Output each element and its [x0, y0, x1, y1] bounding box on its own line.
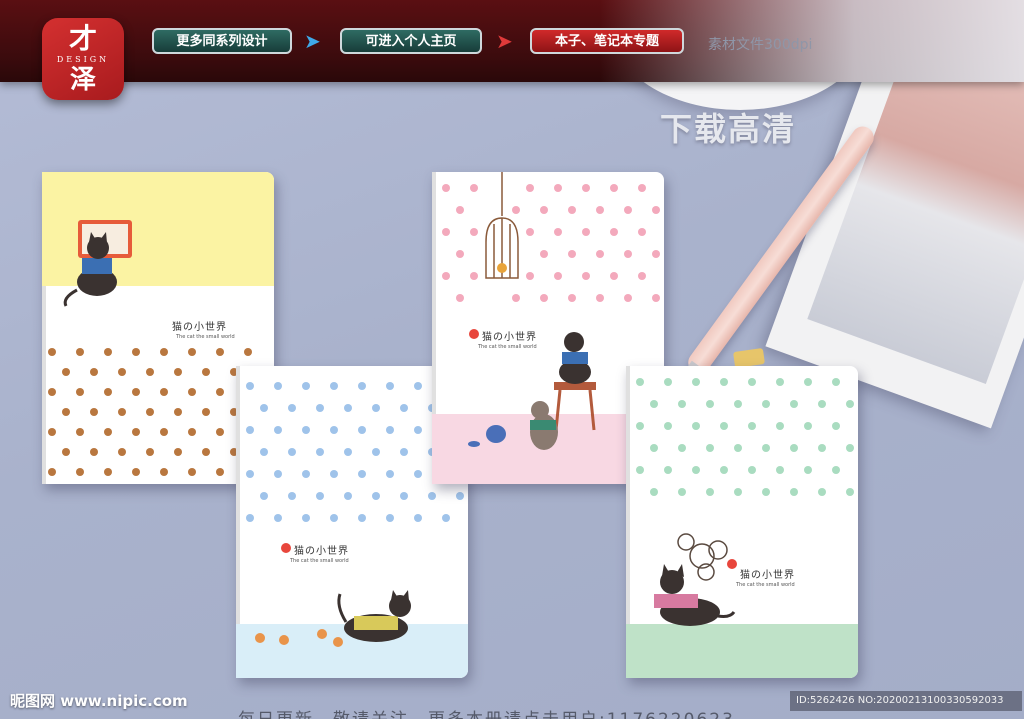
more-series-button[interactable]: 更多同系列设计: [152, 28, 292, 54]
logo-char-bottom: 泽: [69, 65, 96, 95]
notebook-subtitle: The cat the small world: [478, 344, 537, 350]
bottom-notice: 每日更新，敬请关注，更多本册请点击用户:1176220623: [238, 705, 735, 719]
dot-pattern: [48, 348, 266, 476]
arrow-right-icon: ➤: [304, 29, 321, 53]
design-logo[interactable]: 才 DESIGN 泽: [42, 18, 124, 100]
arrow-right-icon: ➤: [496, 29, 513, 53]
notebook-subtitle: The cat the small world: [290, 558, 349, 564]
notebook-title: 猫の小世界: [740, 570, 795, 581]
site-watermark: 昵图网 www.nipic.com: [10, 692, 188, 710]
logo-char-top: 才: [68, 22, 97, 55]
dot-pattern: [636, 378, 854, 496]
notebook-subtitle: The cat the small world: [736, 582, 795, 588]
image-id-label: ID:5262426 NO:20200213100330592033: [790, 691, 1022, 711]
cat-illustration: [337, 590, 411, 642]
notebook-title: 猫の小世界: [172, 322, 227, 333]
page: 才 DESIGN 泽 更多同系列设计 ➤ 可进入个人主页 ➤ 本子、笔记本专题 …: [0, 0, 1024, 719]
personal-homepage-button[interactable]: 可进入个人主页: [340, 28, 482, 54]
notebook-cover-green[interactable]: 猫の小世界 The cat the small world: [626, 366, 858, 678]
notebook-cover-art: [626, 378, 858, 678]
binder-clip: [733, 347, 765, 369]
download-hd-label[interactable]: 下载高清: [660, 104, 796, 150]
dot-pattern: [442, 184, 660, 302]
yarn-scribble: [677, 533, 728, 581]
resolution-label: 素材文件300dpi: [708, 37, 813, 53]
notebook-title: 猫の小世界: [482, 332, 537, 343]
notebook-title: 猫の小世界: [294, 546, 349, 557]
birdcage-illustration: [485, 172, 519, 279]
logo-design-text: DESIGN: [56, 55, 110, 64]
notebook-topic-button[interactable]: 本子、笔记本专题: [530, 28, 684, 54]
cat-illustration: [654, 564, 736, 626]
notebook-subtitle: The cat the small world: [176, 334, 235, 340]
